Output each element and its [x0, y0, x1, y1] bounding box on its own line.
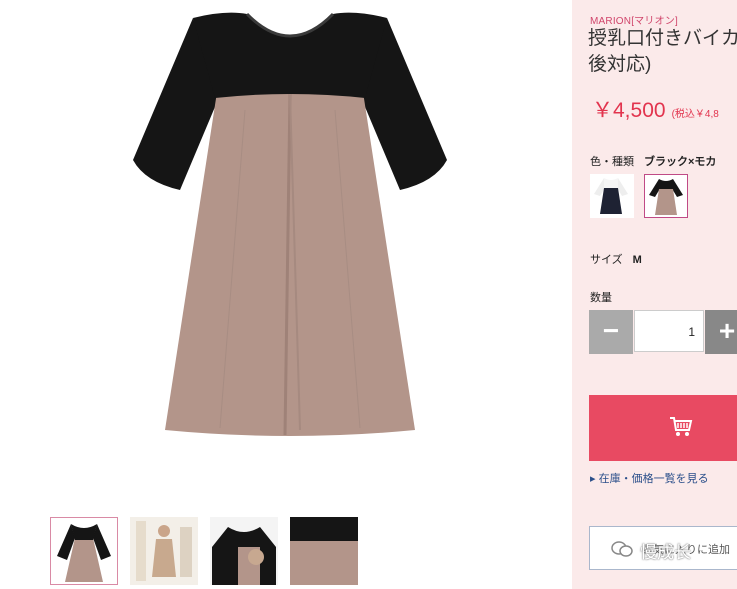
qty-label: 数量 — [590, 292, 612, 304]
quantity-input[interactable]: 1 — [634, 310, 704, 352]
add-to-cart-button[interactable] — [589, 395, 737, 461]
quantity-stepper: − 1 + — [589, 310, 737, 354]
thumbnail-3[interactable] — [210, 517, 278, 585]
product-title-line2: 後対応) — [588, 54, 652, 75]
color-label: 色・種類 — [590, 156, 634, 168]
product-title-line1: 授乳口付きバイカ — [588, 28, 737, 49]
brand-link[interactable]: MARION[マリオン] — [590, 12, 678, 27]
thumbnail-1[interactable] — [50, 517, 118, 585]
product-image-area — [0, 0, 572, 589]
watermark-text: 慢成长 — [640, 543, 691, 562]
stock-price-link[interactable]: ▸ 在庫・価格一覧を見る — [590, 470, 709, 486]
swatch-black-mocha[interactable] — [644, 174, 688, 218]
thumbnail-4[interactable] — [290, 517, 358, 585]
price-tax: (税込￥4,8 — [671, 109, 719, 120]
color-value: ブラック×モカ — [644, 156, 717, 168]
wechat-icon — [611, 541, 633, 557]
size-label: サイズ — [590, 254, 623, 266]
swatch-navy-white[interactable] — [590, 174, 634, 218]
product-price: ￥4,500 (税込￥4,8 — [592, 94, 719, 124]
main-product-image[interactable] — [125, 10, 455, 445]
size-value: M — [632, 254, 642, 266]
stock-link-text: 在庫・価格一覧を見る — [598, 473, 709, 485]
cart-icon — [670, 417, 693, 436]
size-row: サイズ M — [590, 251, 642, 267]
minus-button[interactable]: − — [589, 310, 633, 354]
price-value: ￥4,500 — [592, 99, 666, 122]
product-title: 授乳口付きバイカ 後対応) — [588, 26, 737, 78]
plus-button[interactable]: + — [705, 310, 737, 354]
thumbnail-2[interactable] — [130, 517, 198, 585]
color-row: 色・種類 ブラック×モカ — [590, 153, 716, 169]
